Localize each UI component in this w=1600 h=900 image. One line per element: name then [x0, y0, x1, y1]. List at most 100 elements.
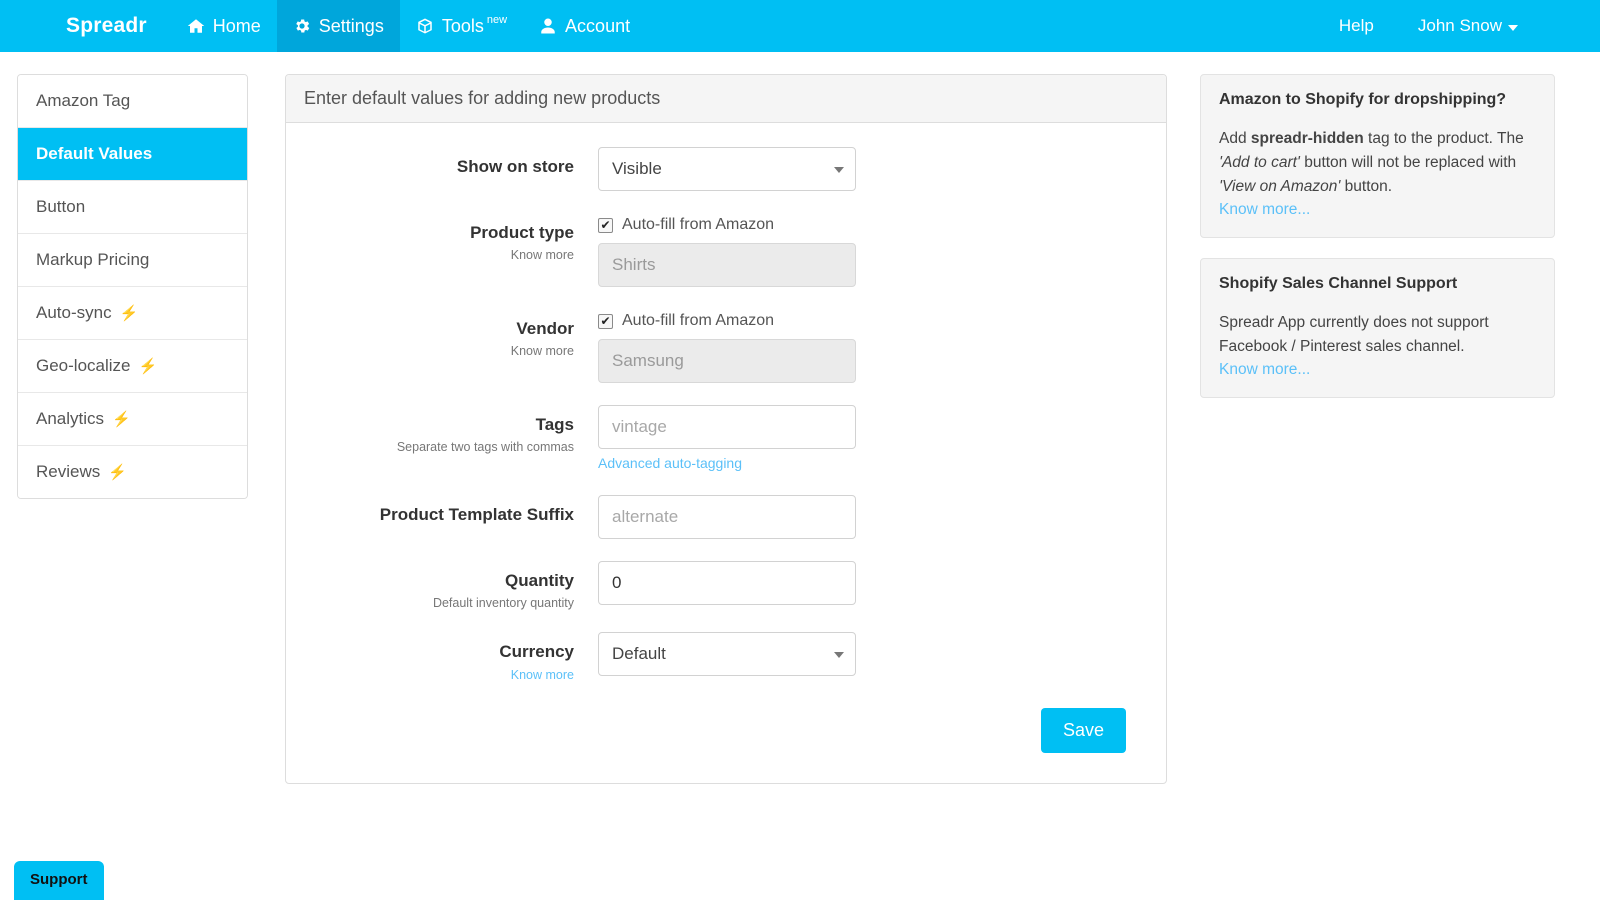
info-card-dropshipping: Amazon to Shopify for dropshipping? Add … — [1200, 74, 1555, 238]
card-text-strong: spreadr-hidden — [1251, 130, 1364, 147]
panel-body: Show on store Visible Product type Know … — [286, 123, 1166, 783]
sidebar-item-analytics[interactable]: Analytics ⚡ — [18, 393, 247, 446]
panel-title: Enter default values for adding new prod… — [286, 75, 1166, 123]
know-more-link[interactable]: Know more — [308, 668, 574, 682]
field-label: Show on store — [308, 156, 574, 177]
sidebar-item-button[interactable]: Button — [18, 181, 247, 234]
know-more-link[interactable]: Know more — [308, 248, 574, 262]
advanced-auto-tagging-link[interactable]: Advanced auto-tagging — [598, 455, 742, 471]
field-label-group: Tags Separate two tags with commas — [308, 405, 598, 473]
vendor-input[interactable]: Samsung — [598, 339, 856, 383]
card-body: Spreadr App currently does not support F… — [1219, 311, 1536, 359]
field-control: alternate — [598, 495, 1144, 539]
nav-new-badge: new — [487, 14, 507, 26]
chevron-down-icon — [1508, 25, 1518, 31]
left-column: Amazon Tag Default Values Button Markup … — [0, 74, 248, 499]
brand-logo[interactable]: Spreadr — [0, 0, 171, 52]
sidebar-item-default-values[interactable]: Default Values — [18, 128, 247, 181]
vendor-autofill-row: ✔ Auto-fill from Amazon — [598, 309, 1144, 330]
lightning-icon: ⚡ — [108, 463, 127, 481]
user-menu-label: John Snow — [1418, 16, 1502, 36]
show-on-store-select[interactable]: Visible — [598, 147, 856, 191]
field-control: ✔ Auto-fill from Amazon Samsung — [598, 309, 1144, 383]
template-suffix-input[interactable]: alternate — [598, 495, 856, 539]
nav-item-user-menu[interactable]: John Snow — [1396, 0, 1540, 52]
product-type-autofill-checkbox[interactable]: ✔ — [598, 218, 613, 233]
field-control: 0 — [598, 561, 1144, 610]
card-text-1: Add — [1219, 130, 1251, 147]
support-button[interactable]: Support — [14, 861, 104, 900]
field-label: Quantity — [308, 570, 574, 591]
field-show-on-store: Show on store Visible — [308, 147, 1144, 191]
product-type-input[interactable]: Shirts — [598, 243, 856, 287]
field-label-group: Currency Know more — [308, 632, 598, 681]
field-vendor: Vendor Know more ✔ Auto-fill from Amazon… — [308, 309, 1144, 383]
right-column: Amazon to Shopify for dropshipping? Add … — [1200, 74, 1600, 418]
main-column: Enter default values for adding new prod… — [248, 74, 1200, 784]
sidebar-item-label: Default Values — [36, 144, 152, 164]
card-text-4: button. — [1340, 178, 1392, 195]
field-control: Default — [598, 632, 1144, 681]
nav-item-label: Tools — [442, 16, 484, 37]
card-text-2: tag to the product. The — [1364, 130, 1524, 147]
nav-item-help[interactable]: Help — [1317, 0, 1396, 52]
checkbox-label: Auto-fill from Amazon — [622, 216, 774, 234]
sidebar-item-label: Geo-localize — [36, 356, 131, 376]
field-currency: Currency Know more Default — [308, 632, 1144, 681]
default-values-panel: Enter default values for adding new prod… — [285, 74, 1167, 784]
sidebar-item-amazon-tag[interactable]: Amazon Tag — [18, 75, 247, 128]
card-text-em-2: 'View on Amazon' — [1219, 178, 1340, 195]
nav-item-home[interactable]: Home — [171, 0, 277, 52]
field-label: Product type — [308, 222, 574, 243]
sidebar-item-markup-pricing[interactable]: Markup Pricing — [18, 234, 247, 287]
sidebar-item-label: Auto-sync — [36, 303, 112, 323]
know-more-link[interactable]: Know more... — [1219, 361, 1310, 379]
field-hint: Default inventory quantity — [308, 596, 574, 610]
vendor-autofill-checkbox[interactable]: ✔ — [598, 314, 613, 329]
sidebar-item-reviews[interactable]: Reviews ⚡ — [18, 446, 247, 498]
nav-item-account[interactable]: Account — [523, 0, 646, 52]
card-title: Amazon to Shopify for dropshipping? — [1219, 91, 1536, 109]
lightning-icon: ⚡ — [120, 304, 139, 322]
card-text-3: button will not be replaced with — [1300, 154, 1516, 171]
chevron-down-icon — [834, 167, 844, 173]
lightning-icon: ⚡ — [112, 410, 131, 428]
card-text-em-1: 'Add to cart' — [1219, 154, 1300, 171]
top-navbar: Spreadr Home Settings Tools new Acc — [0, 0, 1600, 52]
know-more-link[interactable]: Know more... — [1219, 201, 1310, 219]
sidebar-item-label: Markup Pricing — [36, 250, 149, 270]
secondary-nav: Help John Snow — [1317, 0, 1600, 52]
primary-nav: Home Settings Tools new Account — [171, 0, 646, 52]
sidebar-item-label: Reviews — [36, 462, 100, 482]
save-button[interactable]: Save — [1041, 708, 1126, 753]
settings-sidebar: Amazon Tag Default Values Button Markup … — [17, 74, 248, 499]
sidebar-item-auto-sync[interactable]: Auto-sync ⚡ — [18, 287, 247, 340]
field-label-group: Show on store — [308, 147, 598, 191]
field-hint: Separate two tags with commas — [308, 440, 574, 454]
sidebar-item-geo-localize[interactable]: Geo-localize ⚡ — [18, 340, 247, 393]
save-row: Save — [308, 704, 1144, 753]
quantity-input[interactable]: 0 — [598, 561, 856, 605]
nav-item-label: Settings — [319, 16, 384, 37]
card-title: Shopify Sales Channel Support — [1219, 275, 1536, 293]
field-control: ✔ Auto-fill from Amazon Shirts — [598, 213, 1144, 287]
field-label-group: Product type Know more — [308, 213, 598, 287]
field-label-group: Quantity Default inventory quantity — [308, 561, 598, 610]
nav-item-tools[interactable]: Tools new — [400, 0, 523, 52]
field-label: Product Template Suffix — [308, 504, 574, 525]
field-control: vintage Advanced auto-tagging — [598, 405, 1144, 473]
currency-select[interactable]: Default — [598, 632, 856, 676]
field-label: Currency — [308, 641, 574, 662]
page-body: Amazon Tag Default Values Button Markup … — [0, 52, 1600, 784]
select-value: Visible — [612, 159, 662, 179]
nav-item-settings[interactable]: Settings — [277, 0, 400, 52]
product-type-autofill-row: ✔ Auto-fill from Amazon — [598, 213, 1144, 234]
field-label: Tags — [308, 414, 574, 435]
field-label-group: Product Template Suffix — [308, 495, 598, 539]
select-value: Default — [612, 644, 666, 664]
field-product-type: Product type Know more ✔ Auto-fill from … — [308, 213, 1144, 287]
home-icon — [187, 17, 205, 35]
user-icon — [539, 17, 557, 35]
tags-input[interactable]: vintage — [598, 405, 856, 449]
know-more-link[interactable]: Know more — [308, 344, 574, 358]
